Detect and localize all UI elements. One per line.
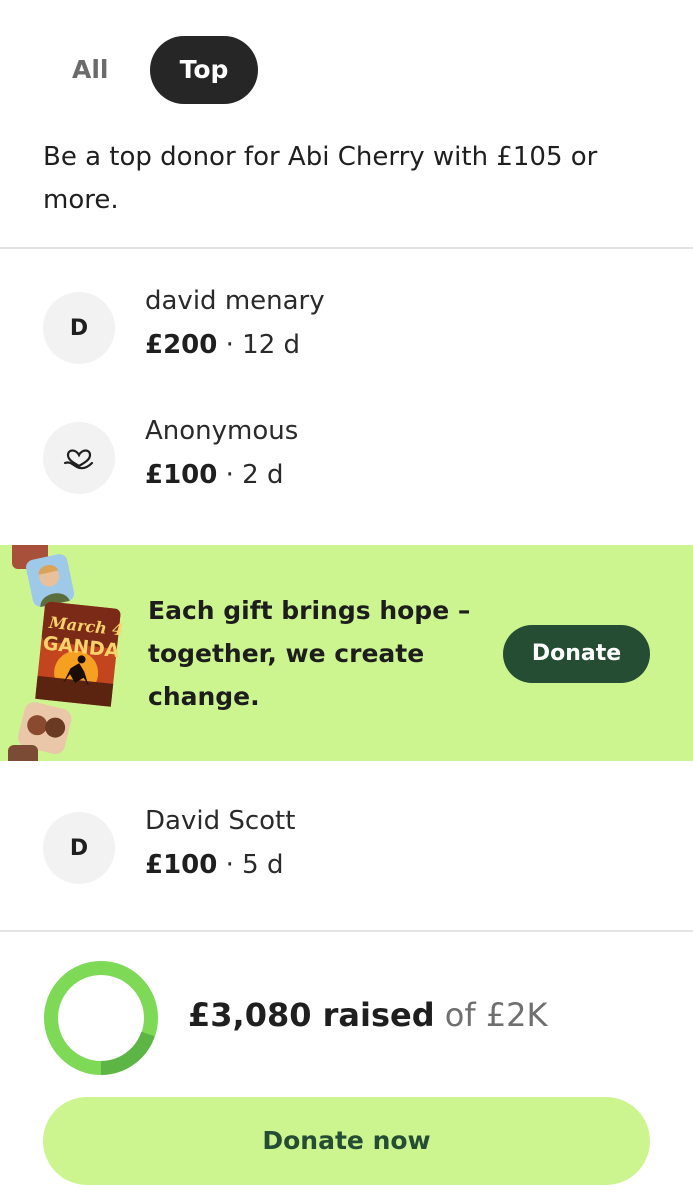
progress-ring — [44, 961, 158, 1075]
donation-time: 2 d — [242, 460, 284, 490]
donor-meta: £100 · 5 d — [145, 850, 283, 880]
raised-amount: £3,080 raised — [188, 996, 435, 1034]
avatar-initial: D — [69, 835, 89, 861]
avatar-initial: D — [69, 315, 89, 341]
donor-row[interactable]: D david menary £200 · 12 d — [0, 286, 693, 392]
donor-row[interactable]: D David Scott £100 · 5 d — [0, 806, 693, 912]
donor-meta: £200 · 12 d — [145, 330, 300, 360]
campaign-collage-image: March 4 GANDA — [8, 545, 124, 761]
target-text: of £2K — [444, 996, 548, 1034]
meta-separator: · — [225, 850, 234, 880]
donation-amount: £100 — [145, 850, 218, 880]
divider — [0, 930, 693, 932]
donation-amount: £100 — [145, 460, 218, 490]
tab-top[interactable]: Top — [150, 36, 258, 104]
donation-time: 12 d — [242, 330, 301, 360]
donor-meta: £100 · 2 d — [145, 460, 283, 490]
top-donor-description: Be a top donor for Abi Cherry with £105 … — [43, 142, 598, 215]
avatar: D — [43, 292, 115, 364]
tab-all[interactable]: All — [43, 36, 135, 104]
raised-summary: £3,080 raised of £2K — [188, 996, 548, 1034]
progress-arc-shade — [100, 1031, 155, 1075]
donor-row[interactable]: Anonymous £100 · 2 d — [0, 416, 693, 522]
donate-promo-banner: March 4 GANDA Each gift brings hope – to… — [0, 545, 693, 761]
banner-message: Each gift brings hope – together, we cre… — [148, 596, 471, 711]
donation-time: 5 d — [242, 850, 284, 880]
donor-name: david menary — [145, 286, 325, 316]
avatar — [43, 422, 115, 494]
donation-amount: £200 — [145, 330, 218, 360]
divider — [0, 247, 693, 249]
meta-separator: · — [225, 460, 234, 490]
donor-name: David Scott — [145, 806, 296, 836]
meta-separator: · — [225, 330, 234, 360]
avatar: D — [43, 812, 115, 884]
heart-hand-icon — [63, 449, 94, 470]
donor-name: Anonymous — [145, 416, 299, 446]
banner-donate-button[interactable]: Donate — [503, 625, 650, 683]
donate-now-button[interactable]: Donate now — [43, 1097, 650, 1185]
